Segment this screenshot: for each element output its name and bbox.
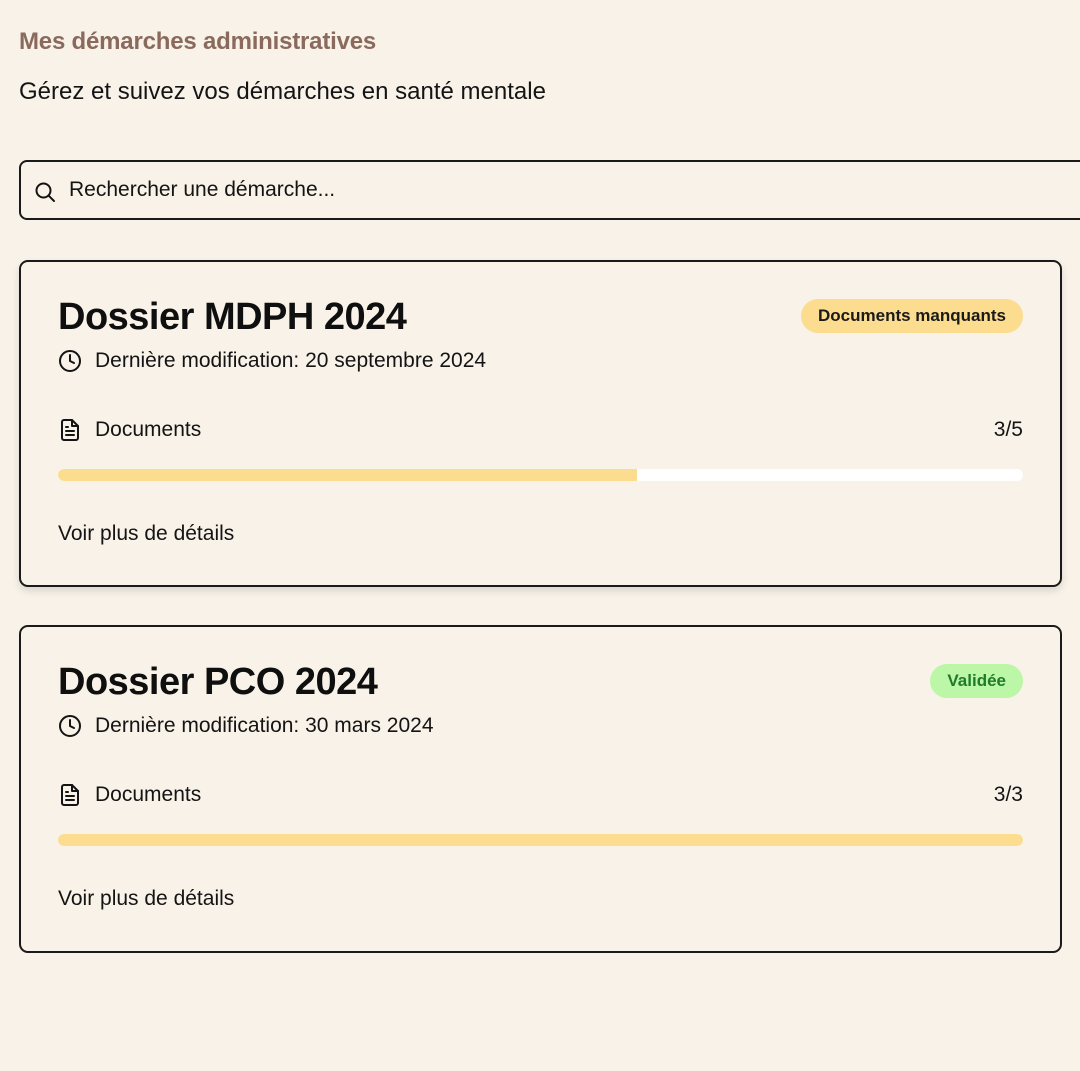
details-link[interactable]: Voir plus de détails: [58, 887, 234, 911]
dossier-title: Dossier MDPH 2024: [58, 296, 407, 338]
dossier-card[interactable]: Dossier MDPH 2024 Documents manquants De…: [19, 260, 1062, 587]
search-icon: [35, 182, 55, 202]
documents-row: Documents 3/5: [58, 416, 1023, 444]
documents-label: Documents: [95, 418, 202, 441]
document-icon: [61, 784, 79, 806]
progress-fill: [58, 834, 1023, 846]
dossier-card[interactable]: Dossier PCO 2024 Validée Dernière modifi…: [19, 625, 1062, 953]
page-subtitle: Gérez et suivez vos démarches en santé m…: [19, 78, 546, 105]
page-title: Mes démarches administratives: [19, 28, 377, 55]
last-modified: Dernière modification: 20 septembre 2024: [58, 348, 486, 374]
clock-icon: [59, 350, 81, 372]
documents-label: Documents: [95, 783, 202, 806]
last-modified-text: Dernière modification: 30 mars 2024: [95, 714, 434, 737]
status-badge: Validée: [930, 664, 1023, 698]
document-icon: [61, 419, 79, 441]
last-modified-text: Dernière modification: 20 septembre 2024: [95, 349, 487, 372]
search-bar[interactable]: [19, 160, 1080, 220]
last-modified: Dernière modification: 30 mars 2024: [58, 713, 434, 739]
progress-fill: [58, 469, 637, 481]
documents-count: 3/5: [993, 418, 1023, 441]
details-link[interactable]: Voir plus de détails: [58, 522, 234, 546]
search-input[interactable]: [69, 170, 969, 210]
documents-progress-bar: [58, 834, 1023, 846]
documents-count: 3/3: [993, 783, 1023, 806]
clock-icon: [59, 715, 81, 737]
documents-progress-bar: [58, 469, 1023, 481]
documents-row: Documents 3/3: [58, 781, 1023, 809]
status-badge: Documents manquants: [801, 299, 1023, 333]
dossier-title: Dossier PCO 2024: [58, 661, 378, 703]
